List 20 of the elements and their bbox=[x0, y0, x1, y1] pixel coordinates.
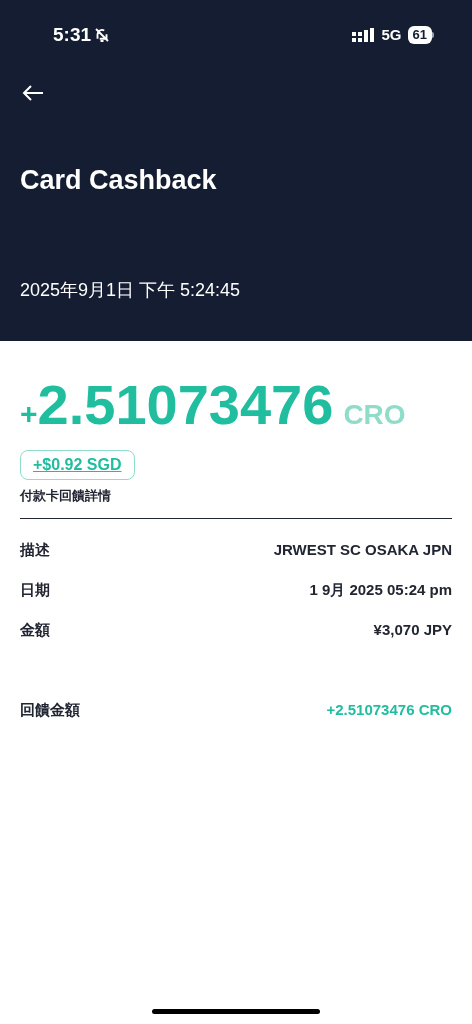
detail-value: +2.51073476 CRO bbox=[326, 700, 452, 721]
page-title: Card Cashback bbox=[19, 164, 218, 197]
detail-value: JRWEST SC OSAKA JPN bbox=[273, 540, 452, 561]
back-arrow-icon[interactable] bbox=[22, 84, 44, 102]
detail-value: 1 9月 2025 05:24 pm bbox=[309, 580, 452, 601]
detail-label: 金額 bbox=[20, 620, 50, 641]
network-label: 5G bbox=[381, 24, 402, 45]
detail-label: 描述 bbox=[20, 540, 50, 561]
amount-sign: + bbox=[20, 396, 38, 432]
cashback-amount: 2.51073476 bbox=[37, 377, 334, 433]
status-time: 5:31 bbox=[53, 22, 92, 47]
detail-label: 回饋金額 bbox=[20, 700, 80, 721]
battery-percent: 61 bbox=[412, 26, 427, 45]
detail-label: 日期 bbox=[20, 580, 50, 601]
detail-value: ¥3,070 JPY bbox=[373, 620, 452, 641]
signal-icon bbox=[351, 28, 376, 42]
transaction-timestamp: 2025年9月1日 下午 5:24:45 bbox=[19, 278, 242, 302]
section-title: 付款卡回饋詳情 bbox=[20, 487, 112, 505]
fiat-value-badge[interactable]: +$0.92 SGD bbox=[20, 450, 135, 480]
currency-label: CRO bbox=[343, 398, 406, 432]
